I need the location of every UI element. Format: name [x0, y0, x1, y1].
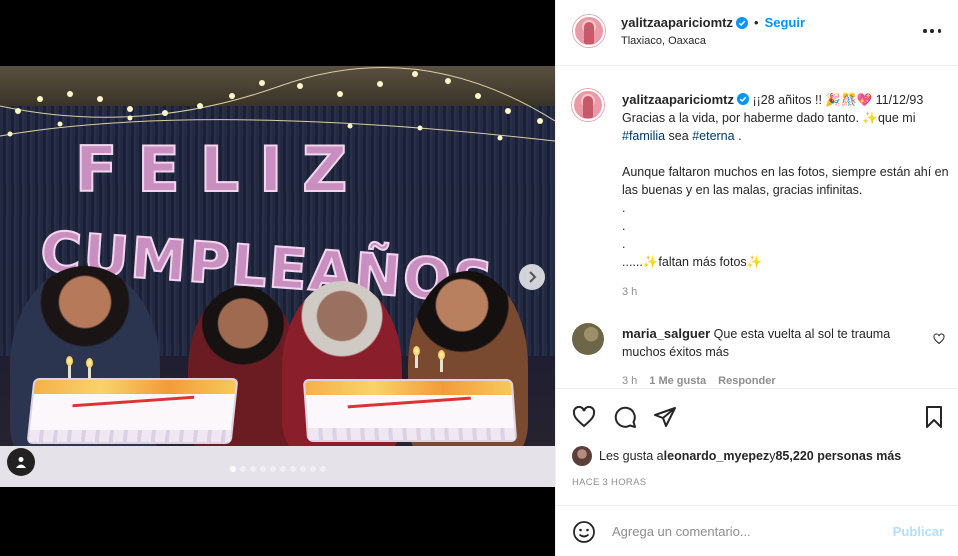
balloon-line-1: FELIZ	[75, 133, 367, 206]
commenter-avatar[interactable]	[572, 323, 604, 355]
likes-summary: Les gusta a leonardo_myepez y 85,220 per…	[572, 446, 901, 466]
save-icon[interactable]	[922, 405, 946, 429]
carousel-dot	[309, 466, 316, 472]
post-location[interactable]: Tlaxiaco, Oaxaca	[621, 35, 706, 47]
carousel-dot	[269, 466, 276, 472]
carousel-dot	[299, 466, 306, 472]
candle	[440, 358, 443, 372]
carousel-dot	[319, 466, 326, 472]
comment-like-icon[interactable]	[933, 333, 945, 345]
cake-left	[26, 378, 239, 444]
comment-icon[interactable]	[613, 405, 637, 429]
caption-line-1: ¡¡28 añitos !! 🎉🎊💖 11/12/93	[752, 93, 924, 107]
carousel-dot	[239, 466, 246, 472]
post-header: yalitzaapariciomtz • Seguir Tlaxiaco, Oa…	[556, 0, 958, 66]
post-media: FELIZ CUMPLEAÑOS	[0, 0, 555, 556]
comment-meta: 3 h 1 Me gusta Responder	[622, 375, 776, 387]
caption-username[interactable]: yalitzaapariciomtz	[622, 92, 734, 107]
caption-avatar[interactable]	[572, 89, 604, 121]
caption-body: yalitzaapariciomtz ¡¡28 añitos !! 🎉🎊💖 11…	[622, 92, 953, 269]
caption-time[interactable]: 3 h	[622, 286, 637, 298]
carousel-dot	[249, 466, 256, 472]
comment-time[interactable]: 3 h	[622, 375, 637, 387]
carousel-dot	[279, 466, 286, 472]
instagram-post-modal: FELIZ CUMPLEAÑOS yalitzaapariciomtz • Se…	[0, 0, 958, 556]
post-actions	[556, 388, 958, 444]
hashtag-familia[interactable]: #familia	[622, 129, 665, 143]
liker-avatar[interactable]	[572, 446, 592, 466]
carousel-dot	[229, 466, 236, 472]
verified-icon	[736, 16, 748, 29]
candle	[68, 364, 71, 378]
carousel-dot	[289, 466, 296, 472]
caption-paragraph-2: Aunque faltaron muchos en las fotos, sie…	[622, 165, 953, 197]
carousel-dot	[259, 466, 266, 472]
comment-likes[interactable]: 1 Me gusta	[649, 375, 706, 387]
more-options-icon[interactable]	[923, 24, 941, 38]
liker-username[interactable]: leonardo_myepez	[664, 449, 770, 463]
candle-flame	[413, 346, 420, 356]
follow-button[interactable]: Seguir	[765, 15, 805, 30]
candle-flame	[438, 350, 445, 360]
comments-section[interactable]: yalitzaapariciomtz ¡¡28 añitos !! 🎉🎊💖 11…	[556, 67, 958, 387]
carousel-indicator	[0, 466, 555, 472]
caption-line-2: Gracias a la vida, por haberme dado tant…	[622, 111, 919, 125]
candle-flame	[66, 356, 73, 366]
comment-input[interactable]	[612, 524, 872, 539]
post-photo[interactable]: FELIZ CUMPLEAÑOS	[0, 66, 555, 487]
add-comment-bar: Publicar	[556, 505, 958, 556]
comment-body: maria_salguer Que esta vuelta al sol te …	[622, 325, 927, 361]
cake-right	[302, 379, 518, 442]
hashtag-eterna[interactable]: #eterna	[692, 129, 734, 143]
publish-button[interactable]: Publicar	[893, 524, 944, 539]
author-avatar[interactable]	[573, 15, 605, 47]
verified-icon	[737, 93, 749, 105]
caption-closing: ......✨faltan más fotos✨	[622, 255, 763, 269]
candle	[88, 366, 91, 380]
candle	[415, 354, 418, 368]
comment-reply-button[interactable]: Responder	[718, 375, 775, 387]
emoji-icon[interactable]	[572, 520, 596, 544]
heart-icon[interactable]	[572, 405, 596, 429]
carousel-next-button[interactable]	[519, 264, 545, 290]
share-icon[interactable]	[653, 405, 677, 429]
candle-flame	[86, 358, 93, 368]
next-icon	[529, 271, 537, 283]
author-username[interactable]: yalitzaapariciomtz	[621, 15, 733, 30]
likes-count[interactable]: 85,220 personas más	[775, 449, 901, 463]
header-separator: •	[754, 15, 759, 30]
commenter-username[interactable]: maria_salguer	[622, 326, 710, 341]
post-time-ago[interactable]: HACE 3 HORAS	[572, 477, 646, 488]
post-details-panel: yalitzaapariciomtz • Seguir Tlaxiaco, Oa…	[555, 0, 958, 556]
